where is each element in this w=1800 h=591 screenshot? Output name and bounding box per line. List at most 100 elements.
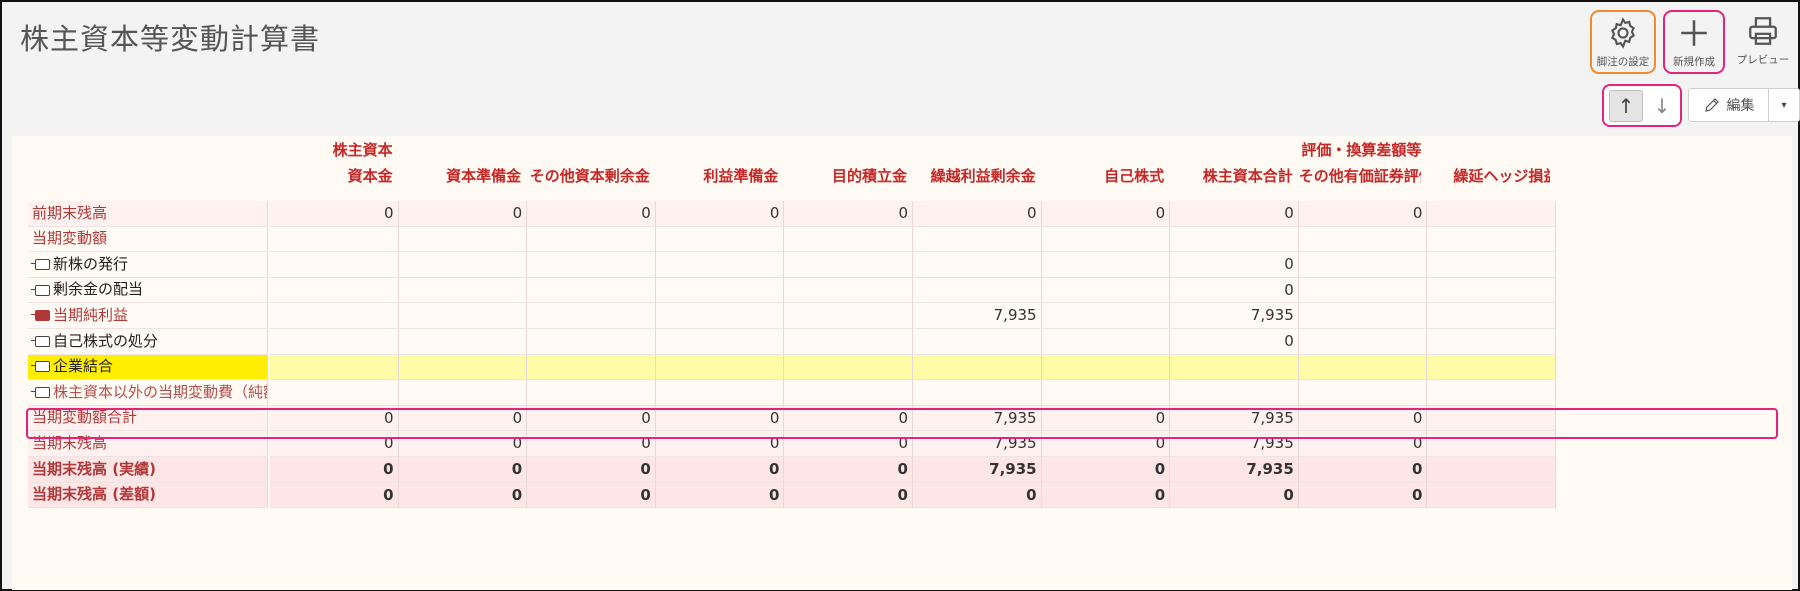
value-cell: 0 <box>527 405 656 432</box>
page-title: 株主資本等変動計算書 <box>20 22 321 56</box>
row-tag-icon <box>31 284 50 296</box>
column-header: 自己株式 <box>1104 167 1165 185</box>
value-cell: 0 <box>527 482 656 509</box>
row-tag-icon <box>31 386 50 398</box>
value-cell <box>1427 354 1556 381</box>
value-cell <box>784 329 913 355</box>
value-cell: 0 <box>784 457 913 483</box>
row-label-text: 前期末残高 <box>32 203 108 222</box>
value-cell <box>398 354 528 381</box>
value-cell: 0 <box>270 405 399 432</box>
value-cell: 0 <box>398 201 528 227</box>
value-cell <box>913 354 1042 381</box>
edit-dropdown-toggle[interactable]: ▾ <box>1769 88 1800 122</box>
value-cell: 0 <box>655 431 785 457</box>
value-cell <box>1041 303 1171 329</box>
value-cell: 0 <box>270 482 399 509</box>
value-cell: 0 <box>913 482 1042 509</box>
row-label-text: 当期末残高 (実績) <box>32 459 156 478</box>
value-cell <box>1427 380 1556 406</box>
row-label-text: 当期変動額 <box>32 229 108 248</box>
pencil-icon <box>1704 98 1719 112</box>
value-cell: 0 <box>1298 482 1428 509</box>
row-label[interactable]: 自己株式の処分 <box>28 329 268 355</box>
value-cell <box>1170 380 1299 406</box>
row-tag-icon <box>31 361 50 373</box>
value-cell <box>913 277 1042 304</box>
value-cell <box>527 329 656 355</box>
row-label[interactable]: 企業結合 <box>28 354 268 381</box>
row-label[interactable]: 当期純利益 <box>28 303 268 329</box>
value-cell <box>784 380 913 406</box>
value-cell: 7,935 <box>913 457 1042 483</box>
value-cell: 7,935 <box>913 431 1042 457</box>
value-cell <box>270 303 399 329</box>
value-cell: 0 <box>784 482 913 509</box>
value-cell <box>913 380 1042 406</box>
value-cell <box>784 252 913 278</box>
column-header: 繰延ヘッジ損益 <box>1453 167 1550 185</box>
value-cell <box>1170 226 1299 253</box>
plus-icon <box>1681 20 1707 46</box>
new-button[interactable]: 新規作成 <box>1663 10 1725 74</box>
value-cell: 0 <box>1298 431 1428 457</box>
value-cell <box>1427 252 1556 278</box>
value-cell: 7,935 <box>1170 405 1299 432</box>
value-cell <box>1427 457 1556 483</box>
row-label: 当期変動額 <box>28 226 268 253</box>
value-cell <box>784 303 913 329</box>
row-label[interactable]: 新株の発行 <box>28 252 268 278</box>
equity-statement-table: 株主資本 評価・換算差額等 資本金 資本準備金 その他資本剰余金 利益準備金 目的積立金 繰越… <box>12 136 1792 590</box>
value-cell <box>784 226 913 253</box>
value-cell <box>1041 329 1171 355</box>
value-cell <box>270 354 399 381</box>
sort-button-group: ↑ ↓ <box>1602 84 1682 127</box>
value-cell <box>1041 252 1171 278</box>
column-header: その他有価証券評価 <box>1298 167 1422 185</box>
value-cell <box>655 277 785 304</box>
value-cell: 0 <box>913 201 1042 227</box>
preview-button[interactable]: プレビュー <box>1730 10 1796 74</box>
footnote-settings-button[interactable]: 脚注の設定 <box>1590 10 1656 74</box>
row-label: 当期変動額合計 <box>28 405 268 432</box>
value-cell <box>655 380 785 406</box>
value-cell: 0 <box>1041 431 1171 457</box>
row-label-text: 当期純利益 <box>53 305 129 324</box>
value-cell: 0 <box>655 457 785 483</box>
row-label: 前期末残高 <box>28 201 268 227</box>
value-cell <box>1041 354 1171 381</box>
value-cell: 0 <box>1170 482 1299 509</box>
row-label-text: 自己株式の処分 <box>53 331 159 350</box>
value-cell: 0 <box>270 431 399 457</box>
value-cell: 0 <box>1298 457 1428 483</box>
row-label[interactable]: 剰余金の配当 <box>28 277 268 304</box>
value-cell <box>398 303 528 329</box>
value-cell <box>1298 277 1428 304</box>
value-cell <box>784 354 913 381</box>
value-cell: 0 <box>270 201 399 227</box>
value-cell <box>527 354 656 381</box>
value-cell: 7,935 <box>913 405 1042 432</box>
value-cell: 0 <box>1170 201 1299 227</box>
value-cell: 0 <box>1298 405 1428 432</box>
row-tag-icon <box>31 310 50 322</box>
value-cell <box>1427 329 1556 355</box>
column-header: その他資本剰余金 <box>529 167 650 185</box>
row-label: 当期末残高 <box>28 431 268 457</box>
value-cell <box>398 252 528 278</box>
row-label[interactable]: 株主資本以外の当期変動費（純額） <box>28 380 268 406</box>
value-cell: 7,935 <box>1170 457 1299 483</box>
move-down-button[interactable]: ↓ <box>1645 90 1679 122</box>
value-cell <box>1170 354 1299 381</box>
edit-button[interactable]: 編集 <box>1688 88 1769 122</box>
value-cell: 0 <box>655 482 785 509</box>
value-cell: 0 <box>784 405 913 432</box>
gear-icon <box>1611 17 1635 49</box>
move-up-button[interactable]: ↑ <box>1609 89 1643 122</box>
value-cell: 0 <box>784 431 913 457</box>
value-cell <box>270 329 399 355</box>
value-cell <box>1298 380 1428 406</box>
column-group-header: 評価・換算差額等 <box>1301 141 1422 159</box>
value-cell <box>270 226 399 253</box>
column-header: 株主資本合計 <box>1202 167 1293 185</box>
